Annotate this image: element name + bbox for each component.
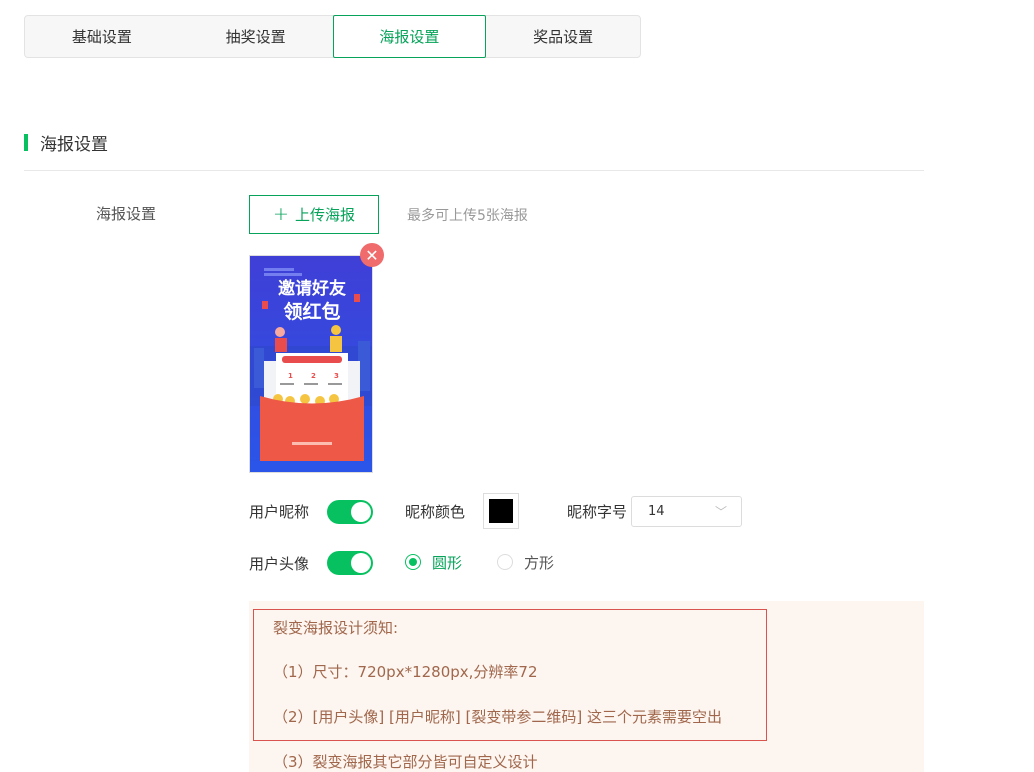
nickname-size-label: 昵称字号 — [567, 503, 628, 521]
notice-title: 裂变海报设计须知: — [273, 619, 399, 637]
poster-illustration: 邀请好友 领红包 1 2 3 — [250, 256, 372, 472]
upload-poster-button[interactable]: + 上传海报 — [249, 195, 379, 234]
nickname-color-picker[interactable] — [483, 493, 519, 529]
close-icon: ✕ — [365, 245, 379, 265]
notice-item: （1）尺寸：720px*1280px,分辨率72 — [273, 663, 538, 681]
poster-heading-line2: 领红包 — [283, 300, 340, 323]
section-title: 海报设置 — [40, 135, 108, 155]
nickname-toggle[interactable] — [327, 500, 373, 524]
avatar-shape-circle-radio[interactable] — [405, 554, 421, 570]
nickname-size-value: 14 — [648, 504, 665, 519]
remove-poster-button[interactable]: ✕ — [360, 243, 384, 267]
notice-item: （2）[用户头像] [用户昵称] [裂变带参二维码] 这三个元素需要空出 — [273, 708, 722, 726]
poster-thumbnail[interactable]: 邀请好友 领红包 1 2 3 — [249, 255, 373, 473]
settings-tabs: 基础设置 抽奖设置 海报设置 奖品设置 — [24, 15, 641, 58]
svg-text:2: 2 — [311, 372, 316, 380]
plus-icon: + — [273, 203, 289, 225]
nickname-size-select[interactable]: 14 ﹀ — [631, 496, 742, 527]
svg-text:1: 1 — [288, 372, 293, 380]
toggle-knob — [351, 553, 371, 573]
chevron-down-icon: ﹀ — [714, 505, 727, 519]
svg-text:3: 3 — [334, 372, 339, 380]
nickname-label: 用户昵称 — [249, 503, 310, 521]
tab-basic-settings[interactable]: 基础设置 — [25, 16, 179, 57]
toggle-knob — [351, 502, 371, 522]
upload-poster-label: 上传海报 — [294, 206, 355, 224]
section-heading: 海报设置 — [24, 130, 108, 155]
section-accent-bar — [24, 134, 28, 151]
upload-hint: 最多可上传5张海报 — [407, 208, 528, 224]
avatar-toggle[interactable] — [327, 551, 373, 575]
avatar-shape-square-label[interactable]: 方形 — [524, 552, 554, 573]
notice-item: （3）裂变海报其它部分皆可自定义设计 — [273, 753, 538, 771]
poster-field-label: 海报设置 — [96, 205, 157, 223]
tab-lottery-settings[interactable]: 抽奖设置 — [179, 16, 333, 57]
avatar-shape-square-radio[interactable] — [497, 554, 513, 570]
avatar-label: 用户头像 — [249, 555, 310, 573]
tab-poster-settings[interactable]: 海报设置 — [332, 15, 487, 58]
poster-heading-line1: 邀请好友 — [278, 278, 346, 299]
nickname-color-label: 昵称颜色 — [405, 503, 466, 521]
tab-prize-settings[interactable]: 奖品设置 — [486, 16, 640, 57]
section-divider — [24, 170, 924, 171]
avatar-shape-circle-label[interactable]: 圆形 — [432, 552, 462, 573]
color-swatch — [489, 499, 513, 523]
